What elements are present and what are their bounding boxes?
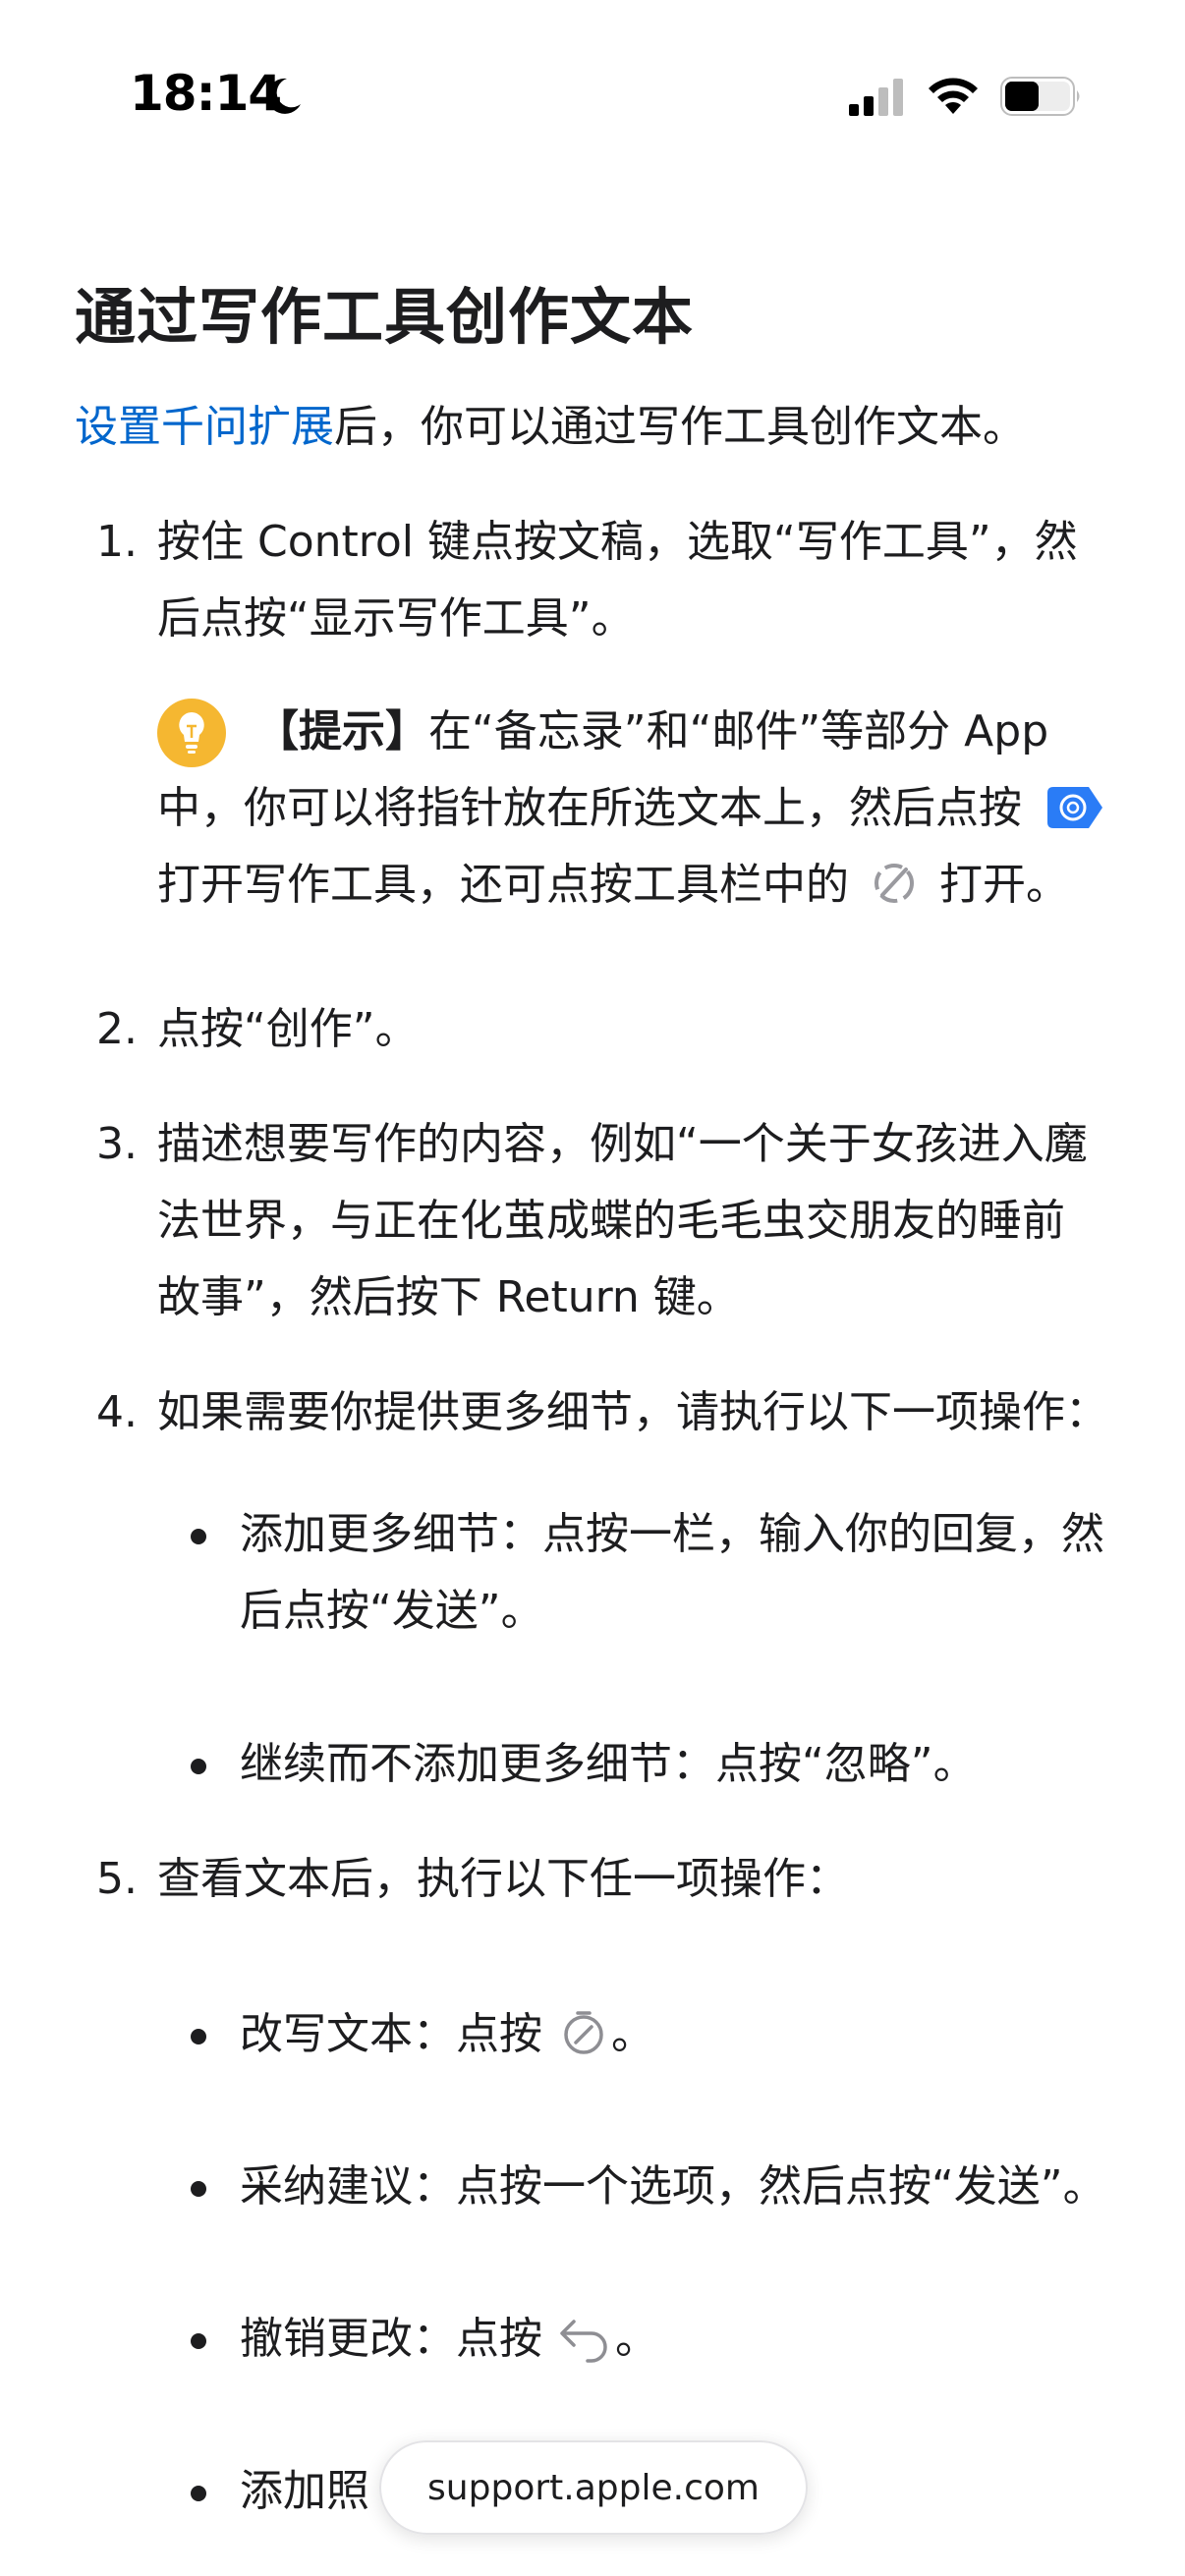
apple-intelligence-badge-icon xyxy=(1047,787,1102,828)
step-3-line-2: 法世界，与正在化茧成蝶的毛毛虫交朋友的睡前 xyxy=(157,1196,1065,1246)
bullet xyxy=(191,2029,206,2044)
bullet-text: 改写文本：点按 xyxy=(240,2009,542,2059)
page-title: 通过写作工具创作文本 xyxy=(75,281,695,353)
tip-line-2: 中，你可以将指针放在所选文本上，然后点按 xyxy=(157,770,1106,847)
intro-paragraph: 设置千问扩展后，你可以通过写作工具创作文本。 xyxy=(75,398,1026,457)
bullet xyxy=(191,2333,206,2349)
step-number: 3. xyxy=(96,1119,138,1169)
step-5-bullet-3: 撤销更改：点按 。 xyxy=(240,2301,658,2378)
bullet xyxy=(191,1759,206,1774)
step-3-line-3: 故事”，然后按下 Return 键。 xyxy=(157,1272,740,1322)
cellular-signal-icon xyxy=(849,79,903,116)
step-number: 1. xyxy=(96,517,138,567)
bullet xyxy=(191,1529,206,1544)
wifi-icon xyxy=(929,78,978,114)
rewrite-icon xyxy=(564,2011,603,2054)
bullet-text: 。 xyxy=(615,2314,658,2364)
status-time: 18:14 xyxy=(130,65,282,122)
status-bar: 18:14 xyxy=(0,0,1185,147)
step-5-line-1: 查看文本后，执行以下任一项操作： xyxy=(157,1854,849,1904)
tip-label: 【提示】 xyxy=(255,706,428,756)
screen: 18:14 通过写作工具创作文本 设置千问扩展后，你可以通过写作工具创作文本。 xyxy=(0,0,1185,2576)
step-3-line-1: 描述想要写作的内容，例如“一个关于女孩进入魔 xyxy=(157,1119,1088,1169)
tip-text: 中，你可以将指针放在所选文本上，然后点按 xyxy=(157,783,1022,833)
battery-icon xyxy=(1000,77,1080,116)
tip-line-3: 打开写作工具，还可点按工具栏中的 打开。 xyxy=(157,847,1069,924)
step-5-bullet-2: 采纳建议：点按一个选项，然后点按“发送”。 xyxy=(240,2161,1106,2212)
undo-icon xyxy=(560,2320,607,2363)
step-1-line-1: 按住 Control 键点按文稿，选取“写作工具”，然 xyxy=(157,517,1078,567)
lightbulb-tip-icon xyxy=(157,699,226,767)
bullet-text: 。 xyxy=(611,2009,654,2059)
writing-tools-icon xyxy=(875,864,914,903)
step-4-bullet-1-line-1: 添加更多细节：点按一栏，输入你的回复，然 xyxy=(240,1509,1104,1559)
tip-text: 在“备忘录”和“邮件”等部分 App xyxy=(428,706,1049,756)
intro-text: 后，你可以通过写作工具创作文本。 xyxy=(334,402,1026,452)
bullet xyxy=(191,2181,206,2197)
bullet-text: 撤销更改：点按 xyxy=(240,2314,542,2364)
tip-text: 打开写作工具，还可点按工具栏中的 xyxy=(157,860,849,910)
tip-line-1: 【提示】在“备忘录”和“邮件”等部分 App xyxy=(255,694,1048,770)
step-number: 4. xyxy=(96,1387,138,1437)
step-number: 5. xyxy=(96,1854,138,1904)
step-5-bullet-1: 改写文本：点按 。 xyxy=(240,1996,654,2073)
step-4-bullet-2: 继续而不添加更多细节：点按“忽略”。 xyxy=(240,1739,977,1789)
tip-text: 打开。 xyxy=(939,860,1069,910)
bullet xyxy=(191,2486,206,2501)
setup-qwen-extension-link[interactable]: 设置千问扩展 xyxy=(75,402,334,452)
moon-icon xyxy=(266,78,301,114)
step-4-bullet-1-line-2: 后点按“发送”。 xyxy=(240,1586,544,1636)
step-4-line-1: 如果需要你提供更多细节，请执行以下一项操作： xyxy=(157,1387,1108,1437)
step-1-line-2: 后点按“显示写作工具”。 xyxy=(157,593,635,644)
step-5-bullet-4-partial: 添加照 xyxy=(240,2466,369,2516)
step-number: 2. xyxy=(96,1004,138,1054)
step-2-line-1: 点按“创作”。 xyxy=(157,1004,419,1054)
url-domain: support.apple.com xyxy=(427,2467,760,2508)
url-bar[interactable]: support.apple.com xyxy=(379,2440,808,2535)
